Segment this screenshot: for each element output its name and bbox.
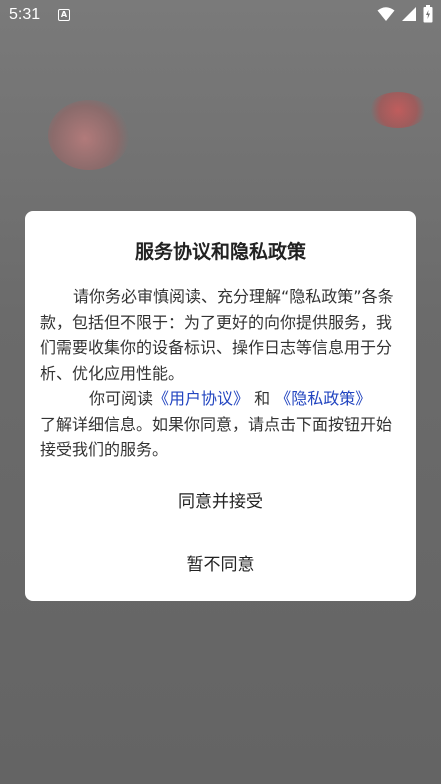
status-icons: [377, 5, 433, 23]
battery-icon: [423, 5, 433, 23]
dialog-paragraph-2: 你可阅读《用户协议》 和 《隐私政策》了解详细信息。如果你同意，请点击下面按钮开…: [40, 386, 404, 463]
dialog-body: 请你务必审慎阅读、充分理解“隐私政策”各条款，包括但不限于：为了更好的向你提供服…: [40, 284, 404, 463]
background-decoration-left: [48, 100, 130, 170]
and-text: 和: [254, 389, 271, 408]
signal-icon: [401, 6, 417, 22]
agree-button[interactable]: 同意并接受: [25, 487, 416, 512]
read-prefix: 你可阅读: [89, 389, 154, 408]
wifi-icon: [377, 6, 395, 22]
app-notification-icon: A: [58, 9, 70, 21]
background-decoration-right: [369, 92, 427, 128]
status-time: 5:31: [9, 6, 41, 23]
dialog-title: 服务协议和隐私政策: [134, 241, 306, 263]
paragraph-2-tail: 了解详细信息。如果你同意，请点击下面按钮开始接受我们的服务。: [40, 414, 393, 460]
disagree-button[interactable]: 暂不同意: [25, 550, 416, 575]
dialog-paragraph-1: 请你务必审慎阅读、充分理解“隐私政策”各条款，包括但不限于：为了更好的向你提供服…: [40, 287, 394, 383]
privacy-policy-link[interactable]: 《隐私政策》: [275, 389, 371, 408]
privacy-dialog: 服务协议和隐私政策 请你务必审慎阅读、充分理解“隐私政策”各条款，包括但不限于：…: [25, 211, 416, 601]
user-agreement-link[interactable]: 《用户协议》: [153, 389, 249, 408]
status-bar: 5:31 A: [0, 0, 441, 30]
